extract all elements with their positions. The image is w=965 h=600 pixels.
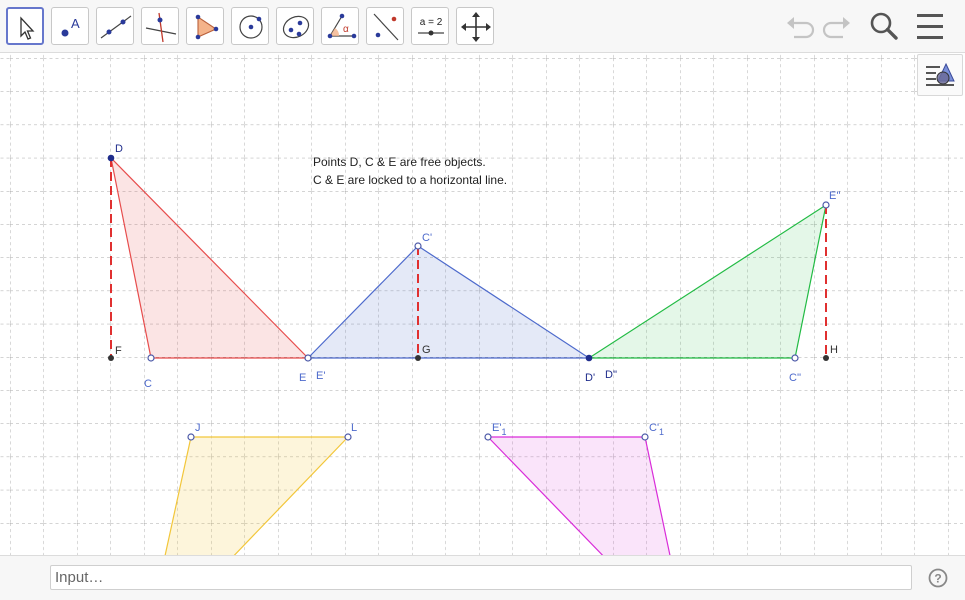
point-e3[interactable]	[484, 433, 492, 441]
polygon-tool[interactable]	[186, 7, 224, 45]
point-icon: A	[61, 16, 80, 37]
line-tool[interactable]	[96, 7, 134, 45]
point-h[interactable]	[823, 355, 829, 361]
point-f[interactable]	[108, 355, 114, 361]
move-graphics-view-tool[interactable]	[456, 7, 494, 45]
point-tool-label: A	[71, 16, 80, 31]
point-c3[interactable]	[641, 433, 649, 441]
undo-icon	[787, 17, 815, 39]
label-e1: E'	[316, 370, 325, 382]
cursor-arrow-icon	[20, 16, 35, 40]
label-c1: C'	[422, 232, 432, 244]
slider-tool[interactable]: a = 2	[411, 7, 449, 45]
polygon-icon	[195, 14, 219, 40]
slider-icon: a = 2	[418, 17, 444, 36]
point-e[interactable]	[304, 354, 312, 362]
label-h: H	[830, 344, 838, 356]
perpendicular-line-tool[interactable]	[141, 7, 179, 45]
label-d1: D'	[585, 372, 595, 384]
angle-tool-label: α	[343, 24, 349, 35]
ellipse-tool[interactable]	[276, 7, 314, 45]
label-l: L	[351, 422, 357, 434]
point-c1[interactable]	[414, 242, 422, 250]
point-d1[interactable]	[585, 354, 593, 362]
circle-center-point-tool[interactable]	[231, 7, 269, 45]
search-button[interactable]	[867, 10, 901, 44]
style-bar-icon	[926, 62, 955, 86]
menu-icon	[917, 14, 943, 39]
undo-button[interactable]	[783, 10, 817, 44]
note-line-2: C & E are locked to a horizontal line.	[313, 173, 507, 187]
toolbar: A α a = 2	[0, 0, 965, 53]
graphics-canvas[interactable]: D F C E E' G C' D' D'' C'' E'' H J L E'1…	[0, 53, 965, 555]
ellipse-icon	[282, 15, 310, 39]
point-j[interactable]	[187, 433, 195, 441]
search-icon	[870, 12, 898, 40]
reflect-icon	[373, 13, 399, 41]
label-j: J	[195, 422, 201, 434]
angle-tool[interactable]: α	[321, 7, 359, 45]
label-d: D	[115, 143, 123, 155]
label-f: F	[115, 345, 122, 357]
slider-tool-label: a = 2	[420, 17, 443, 28]
label-g: G	[422, 344, 431, 356]
help-icon[interactable]: ?	[928, 568, 948, 588]
point-g[interactable]	[415, 355, 421, 361]
point-e2[interactable]	[822, 201, 830, 209]
graphics-view[interactable]: D F C E E' G C' D' D'' C'' E'' H J L E'1…	[0, 53, 965, 555]
reflect-about-line-tool[interactable]	[366, 7, 404, 45]
style-bar-button[interactable]	[917, 54, 963, 96]
redo-icon	[822, 17, 850, 39]
algebra-input[interactable]	[50, 565, 912, 590]
label-c2: C''	[789, 372, 801, 384]
move-tool[interactable]	[6, 7, 44, 45]
perpendicular-line-icon	[145, 12, 177, 43]
circle-icon	[239, 15, 263, 39]
input-bar: ?	[0, 555, 965, 600]
label-e: E	[299, 372, 306, 384]
point-l[interactable]	[344, 433, 352, 441]
move-arrows-icon	[461, 12, 491, 42]
point-tool[interactable]: A	[51, 7, 89, 45]
main-menu-button[interactable]	[914, 10, 948, 44]
point-c2[interactable]	[791, 354, 799, 362]
line-through-points-icon	[100, 15, 132, 39]
point-c[interactable]	[147, 354, 155, 362]
help-label: ?	[934, 572, 941, 586]
label-d2: D''	[605, 369, 617, 381]
label-c: C	[144, 378, 152, 390]
point-d[interactable]	[107, 154, 115, 162]
note-line-1: Points D, C & E are free objects.	[313, 155, 486, 169]
redo-button[interactable]	[820, 10, 854, 44]
angle-icon: α	[327, 13, 357, 39]
label-e2: E''	[829, 190, 841, 202]
